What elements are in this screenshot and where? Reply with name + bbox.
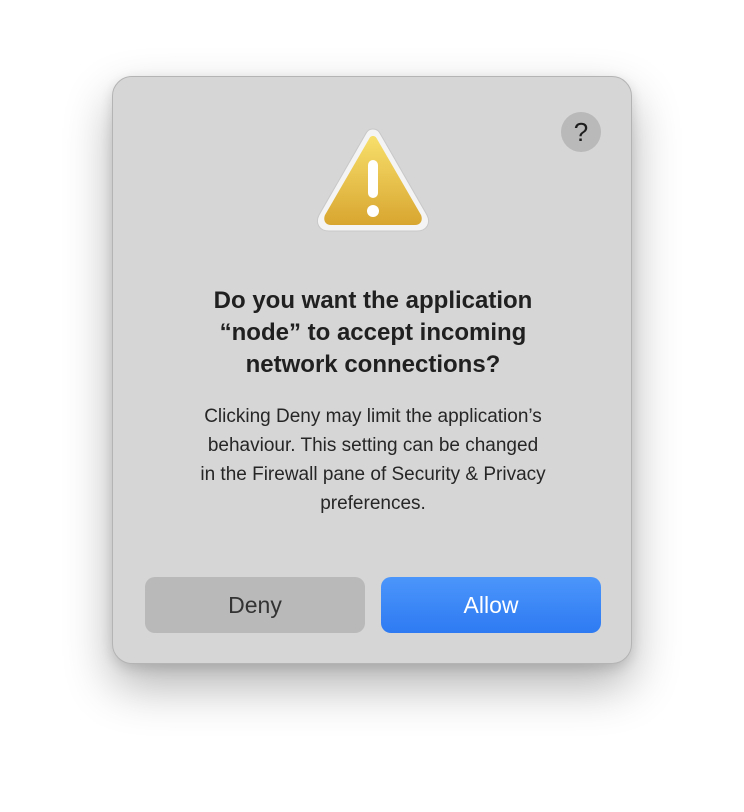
firewall-alert-dialog: ? Do you want the application “node” to … <box>112 76 632 664</box>
title-line: Do you want the application <box>213 287 533 314</box>
screen: ? Do you want the application “node” to … <box>0 0 744 812</box>
deny-button[interactable]: Deny <box>145 577 365 633</box>
dialog-message: Clicking Deny may limit the application’… <box>143 402 603 518</box>
allow-button[interactable]: Allow <box>381 577 601 633</box>
warning-triangle-icon <box>316 128 430 232</box>
message-line: preferences. <box>320 493 426 514</box>
title-line: “node” to accept incoming <box>219 319 527 346</box>
message-line: in the Firewall pane of Security & Priva… <box>200 464 546 485</box>
title-line: network connections? <box>245 351 501 378</box>
help-button[interactable]: ? <box>561 112 601 152</box>
dialog-title: Do you want the application “node” to ac… <box>153 285 593 381</box>
message-line: Clicking Deny may limit the application’… <box>204 406 542 427</box>
message-line: behaviour. This setting can be changed <box>207 435 539 456</box>
